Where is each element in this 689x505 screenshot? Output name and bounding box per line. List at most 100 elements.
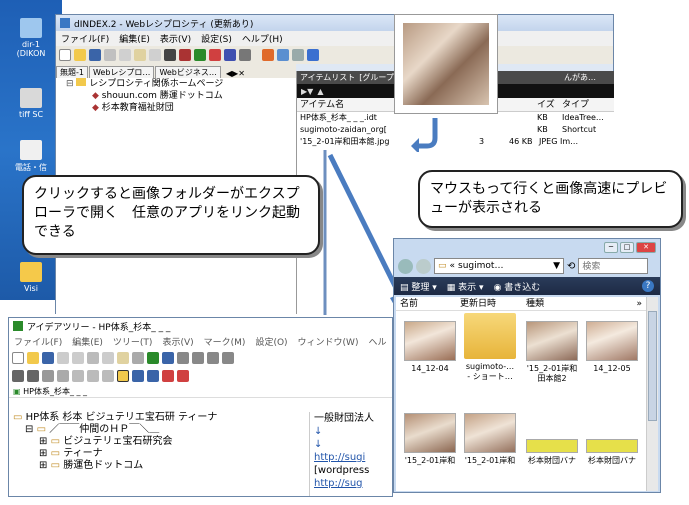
paste-icon[interactable] <box>134 49 146 61</box>
desktop-icon-dir[interactable]: dir-1 (DIKON <box>4 18 58 58</box>
file-thumbnail[interactable]: 杉本財団バナ <box>522 413 582 466</box>
expand-icon[interactable]: ⊞ <box>39 448 47 459</box>
tree-node[interactable]: ⊟ ▭ ／￣￣仲間のＨＰ￣＼＿ <box>13 424 303 436</box>
menu-file[interactable]: ファイル(F) <box>56 32 114 45</box>
tab-untitled[interactable]: 無題-1 <box>56 66 88 78</box>
properties-icon[interactable] <box>224 49 236 61</box>
copy-icon[interactable] <box>119 49 131 61</box>
forward-icon[interactable] <box>416 258 431 274</box>
collapse-icon[interactable]: ⊟ <box>66 79 74 89</box>
col-type[interactable]: 種類 <box>526 297 606 310</box>
settings-icon[interactable] <box>239 49 251 61</box>
tree-node[interactable]: ⊞ ▭ 勝運色ドットコム <box>13 460 303 472</box>
more-columns-icon[interactable]: » <box>636 297 646 310</box>
menu-view[interactable]: 表示(V) <box>155 32 196 45</box>
tab-item-list[interactable]: アイテムリスト <box>300 71 355 84</box>
file-thumbnail[interactable]: sugimoto-… - ショート… <box>460 313 520 382</box>
scrollbar-thumb[interactable] <box>648 311 657 421</box>
file-thumbnail[interactable]: '15_2-01岸和 田本館2 <box>522 321 582 384</box>
checkbox-icon[interactable] <box>307 49 319 61</box>
nav-up-icon[interactable]: ▲ <box>317 87 323 96</box>
add-icon[interactable] <box>194 49 206 61</box>
tab-extra[interactable]: んがあ… <box>564 71 596 84</box>
link-icon[interactable] <box>209 49 221 61</box>
copy-icon[interactable] <box>102 352 114 364</box>
open-folder-icon[interactable] <box>74 49 86 61</box>
new-icon[interactable] <box>12 352 24 364</box>
delete-icon[interactable] <box>164 49 176 61</box>
minimize-icon[interactable]: ─ <box>604 241 618 253</box>
tree-item[interactable]: ◆ 杉本教育福祉財団 <box>56 102 296 114</box>
new-icon[interactable] <box>59 49 71 61</box>
layout2-icon[interactable] <box>87 370 99 382</box>
open-folder-icon[interactable] <box>27 352 39 364</box>
paste-icon[interactable] <box>117 352 129 364</box>
back-icon[interactable] <box>398 258 413 274</box>
col-size[interactable]: イズ <box>537 98 562 111</box>
close-icon[interactable]: ✕ <box>636 241 656 253</box>
up-icon[interactable] <box>177 352 189 364</box>
print-icon[interactable] <box>42 370 54 382</box>
duplicate-icon[interactable] <box>149 49 161 61</box>
file-thumbnail[interactable]: '15_2-01岸和 <box>400 413 460 466</box>
link-icon[interactable] <box>162 352 174 364</box>
expand-icon[interactable]: ⊞ <box>39 436 47 447</box>
mark2-icon[interactable] <box>177 370 189 382</box>
menu-mark[interactable]: マーク(M) <box>199 335 251 348</box>
menu-help[interactable]: ヘル <box>363 335 391 348</box>
bookmark-icon[interactable] <box>132 370 144 382</box>
check-icon[interactable] <box>262 49 274 61</box>
tree-root[interactable]: ⊟ レシプロシティ関係ホームページ <box>56 78 296 90</box>
play-icon[interactable]: ▶▼ <box>301 87 313 96</box>
col-type[interactable]: タイプ <box>562 98 612 111</box>
menu-tree[interactable]: ツリー(T) <box>108 335 158 348</box>
idea-doc-tab[interactable]: ▣ HP体系_杉本_ _ _ <box>9 385 392 398</box>
view-button[interactable]: ▦ 表示 ▾ <box>447 280 484 293</box>
layout-icon[interactable] <box>292 49 304 61</box>
tree-item[interactable]: ◆ shouun.com 勝運ドットコム <box>56 90 296 102</box>
search-icon[interactable] <box>147 370 159 382</box>
explorer-scrollbar[interactable] <box>646 297 658 491</box>
save-icon[interactable] <box>42 352 54 364</box>
search-input[interactable] <box>578 258 649 274</box>
left-icon[interactable] <box>207 352 219 364</box>
tab-nav-icon[interactable]: ◀▶✕ <box>226 69 245 78</box>
address-bar[interactable]: ▭ « sugimot… ▼ <box>434 258 564 274</box>
menu-help[interactable]: ヘルプ(H) <box>237 32 288 45</box>
window-icon[interactable] <box>277 49 289 61</box>
expand-icon[interactable]: ⊞ <box>39 460 47 471</box>
organize-button[interactable]: ▤ 整理 ▾ <box>400 280 437 293</box>
mark-icon[interactable] <box>162 370 174 382</box>
file-thumbnail[interactable]: '15_2-01岸和 <box>460 413 520 466</box>
expand-icon[interactable]: ⊟ <box>25 424 33 435</box>
menu-window[interactable]: ウィンドウ(W) <box>293 335 364 348</box>
list-item[interactable]: '15_2-01岸和田本館.jpg 3 46 KB JPEG Im… <box>297 136 614 148</box>
file-thumbnail[interactable]: 杉本財団バナ <box>582 413 642 466</box>
tree-node[interactable]: ⊞ ▭ ティーナ <box>13 448 303 460</box>
menu-edit[interactable]: 編集(E) <box>114 32 155 45</box>
help-icon[interactable]: ? <box>642 280 654 292</box>
redo-icon[interactable] <box>72 352 84 364</box>
file-thumbnail[interactable]: 14_12-04 <box>400 321 460 374</box>
layout3-icon[interactable] <box>102 370 114 382</box>
desktop-icon-tiff[interactable]: tiff SC <box>4 88 58 119</box>
desktop-icon-visi[interactable]: Visi <box>4 262 58 293</box>
idea-text-pane[interactable]: 一般財団法人 ↓ ↓ http://sugi [wordpress http:/… <box>309 412 391 496</box>
file-thumbnail[interactable]: 14_12-05 <box>582 321 642 374</box>
cut-icon[interactable] <box>87 352 99 364</box>
item-icon[interactable] <box>179 49 191 61</box>
tree-node[interactable]: ▭ HP体系 杉本 ビジュテリエ宝石研 ティーナ <box>13 412 303 424</box>
down-icon[interactable] <box>192 352 204 364</box>
refresh-icon[interactable]: ⟲ <box>567 261 575 272</box>
col-name[interactable]: 名前 <box>396 297 460 310</box>
burn-button[interactable]: ◉ 書き込む <box>494 280 541 293</box>
add-node-icon[interactable] <box>147 352 159 364</box>
list-item[interactable]: sugimoto-zaidan_org[ KB Shortcut <box>297 124 614 136</box>
undo-icon[interactable] <box>57 352 69 364</box>
menu-view[interactable]: 表示(V) <box>157 335 198 348</box>
menu-edit[interactable]: 編集(E) <box>67 335 108 348</box>
next-icon[interactable] <box>27 370 39 382</box>
highlight-icon[interactable] <box>117 370 129 382</box>
tab-web-reciprocity[interactable]: Webレシプロ… <box>88 66 155 78</box>
maximize-icon[interactable]: □ <box>620 241 634 253</box>
